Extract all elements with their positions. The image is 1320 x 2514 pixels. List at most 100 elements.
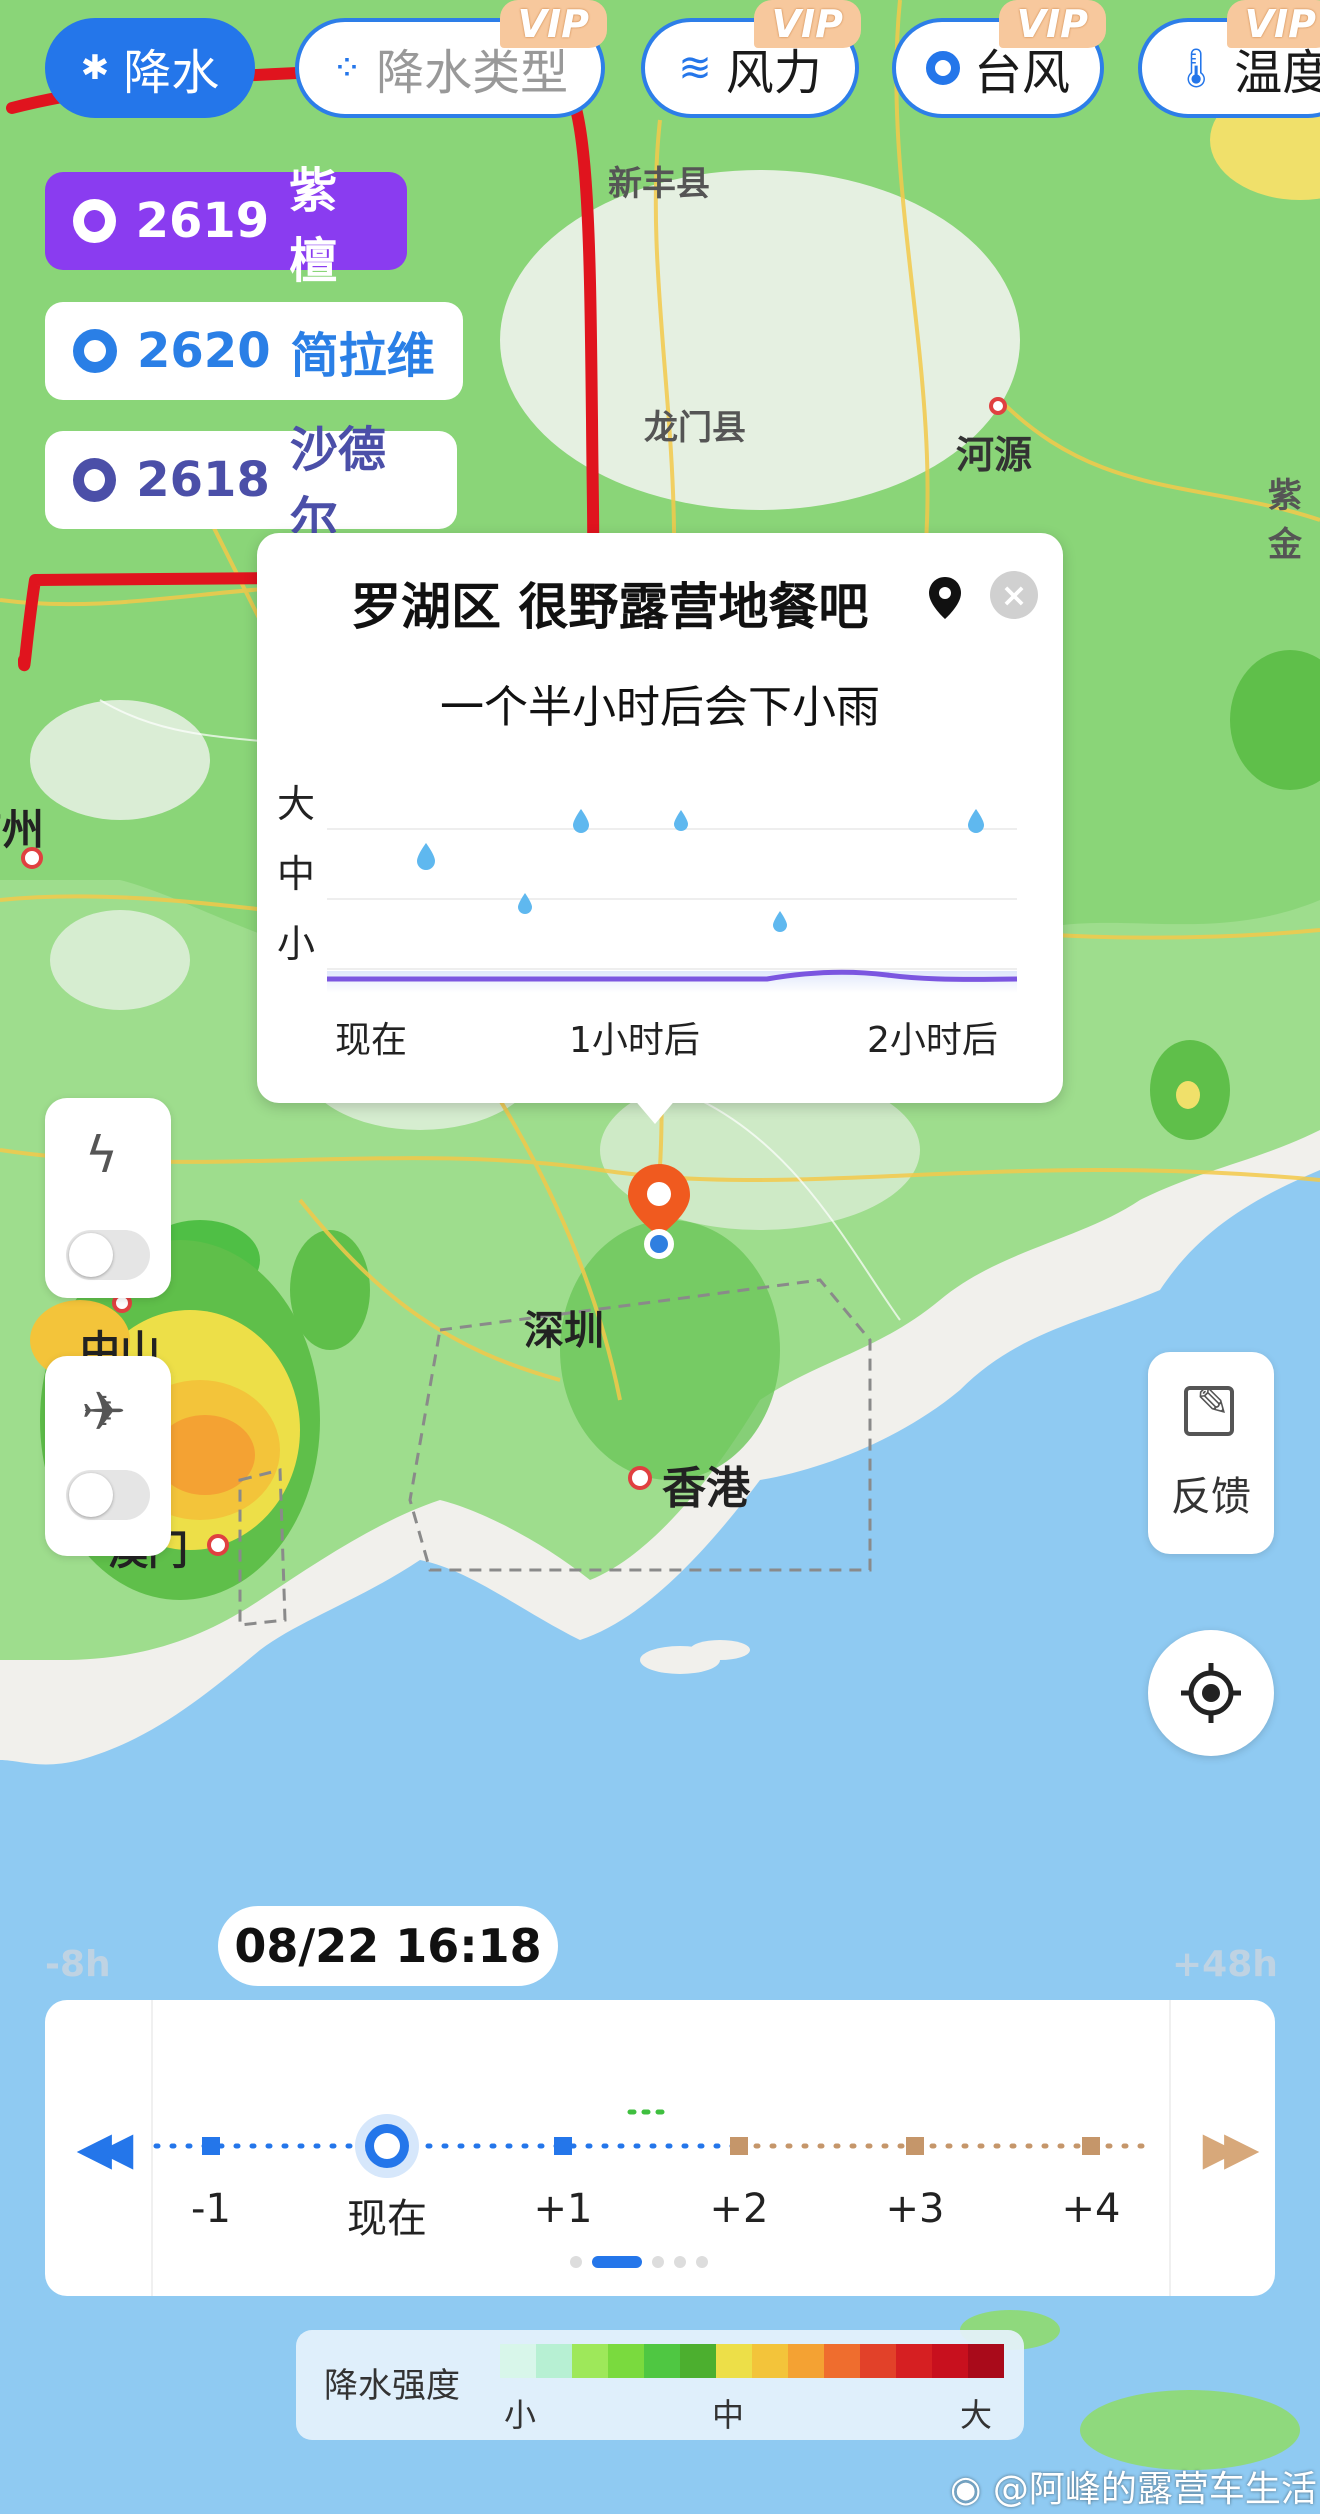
- legend-swatch: [932, 2344, 968, 2378]
- map-label-xinfeng: 新丰县: [608, 164, 710, 204]
- tab-wind[interactable]: ≋ 风力 VIP: [641, 0, 861, 118]
- vip-badge: VIP: [1226, 0, 1320, 48]
- storm-item-2618[interactable]: 2618 沙德尔: [45, 422, 457, 548]
- map-label-hongkong: 香港: [662, 1463, 750, 1514]
- legend-swatch: [896, 2344, 932, 2378]
- vip-badge: VIP: [753, 0, 861, 48]
- flight-toggle-card[interactable]: ✈: [45, 1356, 171, 1556]
- legend-swatch: [500, 2344, 536, 2378]
- lightning-toggle-card[interactable]: ϟ: [45, 1098, 171, 1298]
- raindrop-icon: [773, 911, 787, 932]
- close-icon: ×: [1000, 576, 1028, 614]
- legend-swatch: [572, 2344, 608, 2378]
- rewind-icon: ◀◀: [76, 2121, 134, 2175]
- tick-label[interactable]: +2: [710, 2186, 769, 2232]
- storm-code: 2620: [137, 323, 271, 379]
- legend-swatch: [536, 2344, 572, 2378]
- tick-label-now[interactable]: 现在: [347, 2186, 427, 2244]
- watermark: ◉ @阿峰的露营车生活: [950, 2460, 1317, 2512]
- x-label-1h: 1小时后: [569, 1020, 700, 1061]
- raindrop-icon: [518, 893, 532, 914]
- map-label-zijin: 紫金: [1268, 476, 1302, 565]
- feedback-label: 反馈: [1171, 1474, 1251, 1520]
- map-label-guangzhou: 广州: [0, 805, 45, 854]
- tab-precipitation-type[interactable]: ⁘ 降水类型 VIP: [295, 0, 607, 118]
- legend-swatch: [860, 2344, 896, 2378]
- location-marker-icon[interactable]: [624, 1160, 694, 1260]
- close-button[interactable]: ×: [990, 571, 1038, 619]
- locate-button[interactable]: [1148, 1630, 1274, 1756]
- legend-swatch: [824, 2344, 860, 2378]
- location-pin-icon: [929, 577, 961, 619]
- storm-name: 简拉维: [290, 328, 435, 384]
- x-label-2h: 2小时后: [867, 1020, 998, 1061]
- map-label-longmen: 龙门县: [644, 408, 746, 448]
- page-dot: [570, 2256, 582, 2268]
- timeline-track[interactable]: [150, 2100, 1150, 2190]
- thermometer-icon: 🌡: [1172, 45, 1221, 90]
- typhoon-icon: [925, 51, 960, 85]
- storm-code: 2618: [136, 452, 270, 508]
- legend-mid: 中: [712, 2396, 745, 2434]
- legend-swatch: [968, 2344, 1004, 2378]
- fast-forward-icon: ▶▶: [1202, 2121, 1260, 2175]
- popup-pointer: [633, 1098, 677, 1124]
- feedback-button[interactable]: ✎ 反馈: [1148, 1352, 1274, 1554]
- location-title: 罗湖区 很野露营地餐吧: [351, 578, 869, 636]
- legend-low: 小: [504, 2396, 537, 2434]
- typhoon-icon: [73, 458, 117, 502]
- tick-label[interactable]: +3: [886, 2186, 945, 2232]
- storm-item-2620[interactable]: 2620 简拉维: [45, 302, 463, 400]
- y-label-heavy: 大: [277, 782, 316, 826]
- tick-label[interactable]: +1: [534, 2186, 593, 2232]
- lightning-icon: ϟ: [85, 1126, 118, 1184]
- legend-swatch: [608, 2344, 644, 2378]
- vip-badge: VIP: [499, 0, 607, 48]
- watermark-text: @阿峰的露营车生活: [992, 2469, 1317, 2510]
- weibo-icon: ◉: [950, 2469, 982, 2510]
- airplane-icon: ✈: [81, 1380, 127, 1443]
- legend-swatch: [716, 2344, 752, 2378]
- tick-label[interactable]: -1: [191, 2186, 231, 2232]
- storm-item-2619[interactable]: 2619 紫檀: [45, 163, 407, 289]
- flight-toggle[interactable]: [66, 1470, 150, 1520]
- range-start-label: -8h: [45, 1944, 111, 1985]
- rain-chart: [327, 809, 1018, 993]
- tick-marker: [906, 2137, 924, 2155]
- tick-label[interactable]: +4: [1062, 2186, 1121, 2232]
- legend-swatch: [680, 2344, 716, 2378]
- legend-high: 大: [960, 2396, 993, 2434]
- tab-typhoon[interactable]: 台风 VIP: [892, 0, 1106, 118]
- tick-marker: [730, 2137, 748, 2155]
- forward-button[interactable]: ▶▶: [1169, 2000, 1277, 2296]
- lightning-toggle[interactable]: [66, 1230, 150, 1280]
- legend-title: 降水强度: [324, 2366, 460, 2406]
- tick-marker: [554, 2137, 572, 2155]
- range-end-label: +48h: [1172, 1944, 1278, 1985]
- tick-marker: [202, 2137, 220, 2155]
- page-dot: [674, 2256, 686, 2268]
- storm-name: 紫檀: [289, 163, 338, 289]
- raindrop-icon: [968, 809, 984, 833]
- forecast-text: 一个半小时后会下小雨: [440, 682, 880, 733]
- storm-name: 沙德尔: [289, 422, 386, 548]
- map-label-shenzhen: 深圳: [524, 1308, 604, 1354]
- crosshair-icon: [1181, 1663, 1241, 1723]
- page-dot: [696, 2256, 708, 2268]
- legend-color-bar: [500, 2344, 1004, 2378]
- forecast-popup: 罗湖区 很野露营地餐吧 × 一个半小时后会下小雨 大 中 小 现在 1小时后 2…: [257, 533, 1063, 1103]
- pencil-icon: ✎: [1196, 1380, 1230, 1426]
- storm-code: 2619: [135, 193, 270, 249]
- precip-type-icon: ⁘: [331, 47, 363, 89]
- page-dot-active: [592, 2256, 642, 2268]
- tab-label: 降水: [123, 45, 220, 101]
- typhoon-icon: [73, 199, 116, 243]
- wind-icon: ≋: [678, 45, 712, 91]
- tab-precipitation[interactable]: ✱ 降水: [45, 18, 255, 118]
- legend-swatch: [788, 2344, 824, 2378]
- rewind-button[interactable]: ◀◀: [45, 2000, 153, 2296]
- y-label-medium: 中: [277, 852, 316, 896]
- legend-swatch: [644, 2344, 680, 2378]
- tab-temperature[interactable]: 🌡 温度 VIP: [1138, 0, 1320, 118]
- legend-swatch: [752, 2344, 788, 2378]
